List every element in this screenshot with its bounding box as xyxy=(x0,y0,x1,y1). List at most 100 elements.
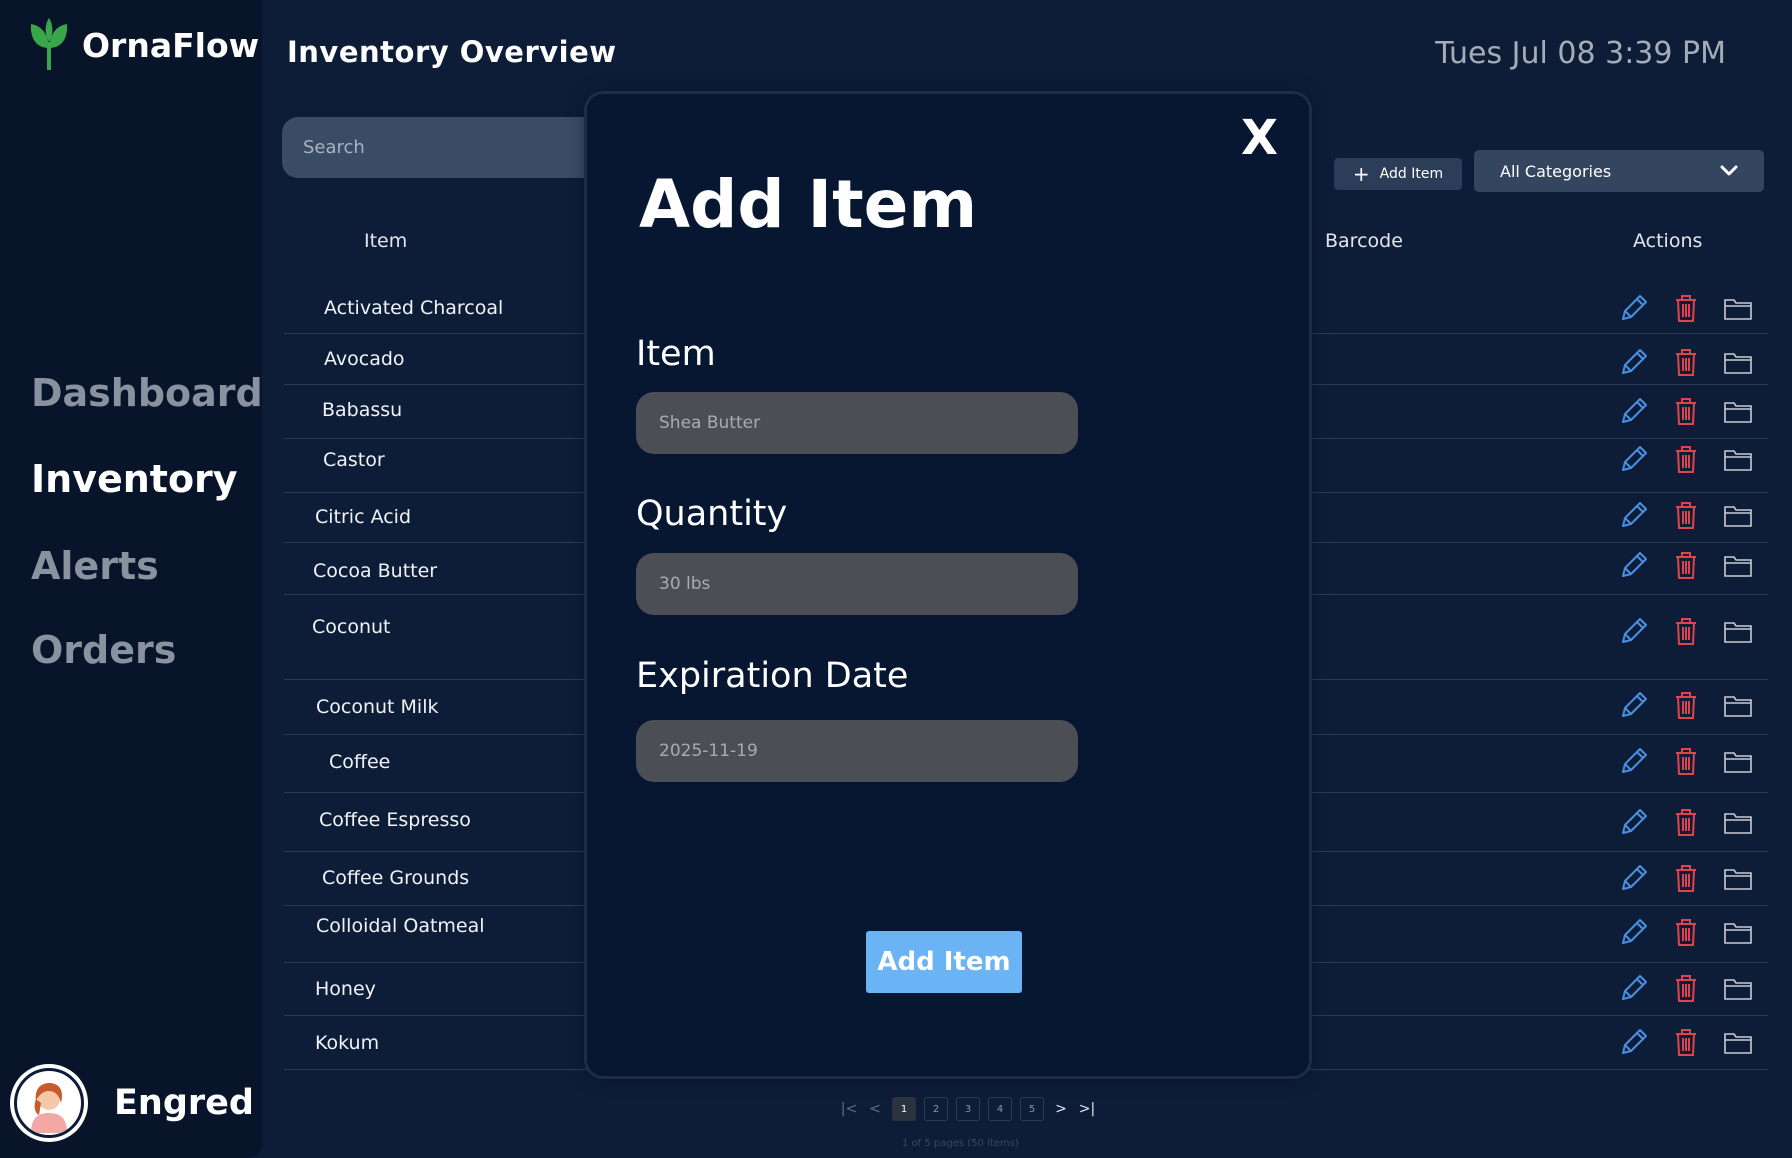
edit-button[interactable] xyxy=(1617,291,1651,325)
category-select[interactable]: All Categories xyxy=(1474,150,1764,192)
delete-button[interactable] xyxy=(1669,498,1703,532)
edit-button[interactable] xyxy=(1617,805,1651,839)
delete-button[interactable] xyxy=(1669,345,1703,379)
edit-button[interactable] xyxy=(1617,442,1651,476)
folder-icon xyxy=(1724,622,1752,643)
close-icon[interactable]: X xyxy=(1241,114,1278,162)
page-button-5[interactable]: 5 xyxy=(1020,1097,1044,1121)
first-page-icon[interactable]: |< xyxy=(836,1101,862,1117)
user-profile[interactable]: Engred xyxy=(14,1068,254,1138)
folder-icon xyxy=(1724,450,1752,471)
folder-icon xyxy=(1724,813,1752,834)
pagination: |< < 1 2 3 4 5 > >| xyxy=(836,1097,1100,1121)
folder-icon xyxy=(1724,556,1752,577)
page-button-3[interactable]: 3 xyxy=(956,1097,980,1121)
item-name: Honey xyxy=(315,978,376,1000)
folder-button[interactable] xyxy=(1721,498,1755,532)
folder-icon xyxy=(1724,1033,1752,1054)
nav-dashboard[interactable]: Dashboard xyxy=(31,371,263,415)
page-button-2[interactable]: 2 xyxy=(924,1097,948,1121)
quantity-field[interactable] xyxy=(636,553,1078,615)
add-item-label: Add Item xyxy=(1379,166,1444,182)
folder-button[interactable] xyxy=(1721,345,1755,379)
nav-inventory[interactable]: Inventory xyxy=(31,457,238,501)
trash-icon xyxy=(1676,552,1696,579)
folder-button[interactable] xyxy=(1721,442,1755,476)
category-selected-value: All Categories xyxy=(1500,161,1612,181)
nav-orders[interactable]: Orders xyxy=(31,628,176,672)
delete-button[interactable] xyxy=(1669,1025,1703,1059)
edit-button[interactable] xyxy=(1617,394,1651,428)
add-item-button[interactable]: + Add Item xyxy=(1334,158,1462,190)
item-name: Colloidal Oatmeal xyxy=(316,915,485,937)
user-name: Engred xyxy=(114,1083,254,1123)
next-page-icon[interactable]: > xyxy=(1048,1101,1074,1117)
trash-icon xyxy=(1676,295,1696,322)
folder-icon xyxy=(1724,979,1752,1000)
folder-button[interactable] xyxy=(1721,915,1755,949)
folder-button[interactable] xyxy=(1721,688,1755,722)
edit-button[interactable] xyxy=(1617,861,1651,895)
edit-button[interactable] xyxy=(1617,688,1651,722)
edit-button[interactable] xyxy=(1617,915,1651,949)
folder-icon xyxy=(1724,402,1752,423)
item-name: Castor xyxy=(323,449,385,471)
item-name: Cocoa Butter xyxy=(313,560,438,582)
brand-logo[interactable]: OrnaFlow xyxy=(28,18,259,72)
expiration-date-field[interactable] xyxy=(636,720,1078,782)
item-name: Coconut Milk xyxy=(316,696,439,718)
trash-icon xyxy=(1676,502,1696,529)
folder-button[interactable] xyxy=(1721,394,1755,428)
folder-button[interactable] xyxy=(1721,971,1755,1005)
folder-button[interactable] xyxy=(1721,861,1755,895)
prev-page-icon[interactable]: < xyxy=(862,1101,888,1117)
folder-button[interactable] xyxy=(1721,291,1755,325)
delete-button[interactable] xyxy=(1669,442,1703,476)
item-name: Activated Charcoal xyxy=(324,297,504,319)
modal-title: Add Item xyxy=(639,166,978,243)
pagination-info: 1 of 5 pages (50 items) xyxy=(902,1138,1019,1149)
page-button-4[interactable]: 4 xyxy=(988,1097,1012,1121)
edit-button[interactable] xyxy=(1617,614,1651,648)
column-header-barcode: Barcode xyxy=(1325,230,1403,252)
edit-button[interactable] xyxy=(1617,971,1651,1005)
delete-button[interactable] xyxy=(1669,861,1703,895)
edit-button[interactable] xyxy=(1617,1025,1651,1059)
column-header-item: Item xyxy=(364,230,408,252)
folder-button[interactable] xyxy=(1721,548,1755,582)
delete-button[interactable] xyxy=(1669,971,1703,1005)
edit-button[interactable] xyxy=(1617,498,1651,532)
submit-add-item-button[interactable]: Add Item xyxy=(866,931,1022,993)
pencil-icon xyxy=(1622,349,1647,374)
item-name: Avocado xyxy=(324,348,405,370)
delete-button[interactable] xyxy=(1669,744,1703,778)
pencil-icon xyxy=(1622,809,1647,834)
folder-button[interactable] xyxy=(1721,744,1755,778)
delete-button[interactable] xyxy=(1669,915,1703,949)
edit-button[interactable] xyxy=(1617,345,1651,379)
folder-button[interactable] xyxy=(1721,614,1755,648)
item-name: Kokum xyxy=(315,1032,380,1054)
delete-button[interactable] xyxy=(1669,291,1703,325)
trash-icon xyxy=(1676,809,1696,836)
delete-button[interactable] xyxy=(1669,394,1703,428)
edit-button[interactable] xyxy=(1617,548,1651,582)
delete-button[interactable] xyxy=(1669,805,1703,839)
edit-button[interactable] xyxy=(1617,744,1651,778)
folder-button[interactable] xyxy=(1721,805,1755,839)
delete-button[interactable] xyxy=(1669,688,1703,722)
pencil-icon xyxy=(1622,552,1647,577)
folder-button[interactable] xyxy=(1721,1025,1755,1059)
page-button-1[interactable]: 1 xyxy=(892,1097,916,1121)
nav-alerts[interactable]: Alerts xyxy=(31,544,159,588)
delete-button[interactable] xyxy=(1669,548,1703,582)
item-field[interactable] xyxy=(636,392,1078,454)
folder-icon xyxy=(1724,869,1752,890)
pencil-icon xyxy=(1622,618,1647,643)
avatar[interactable] xyxy=(14,1068,84,1138)
trash-icon xyxy=(1676,349,1696,376)
last-page-icon[interactable]: >| xyxy=(1074,1101,1100,1117)
pencil-icon xyxy=(1622,919,1647,944)
delete-button[interactable] xyxy=(1669,614,1703,648)
pencil-icon xyxy=(1622,692,1647,717)
